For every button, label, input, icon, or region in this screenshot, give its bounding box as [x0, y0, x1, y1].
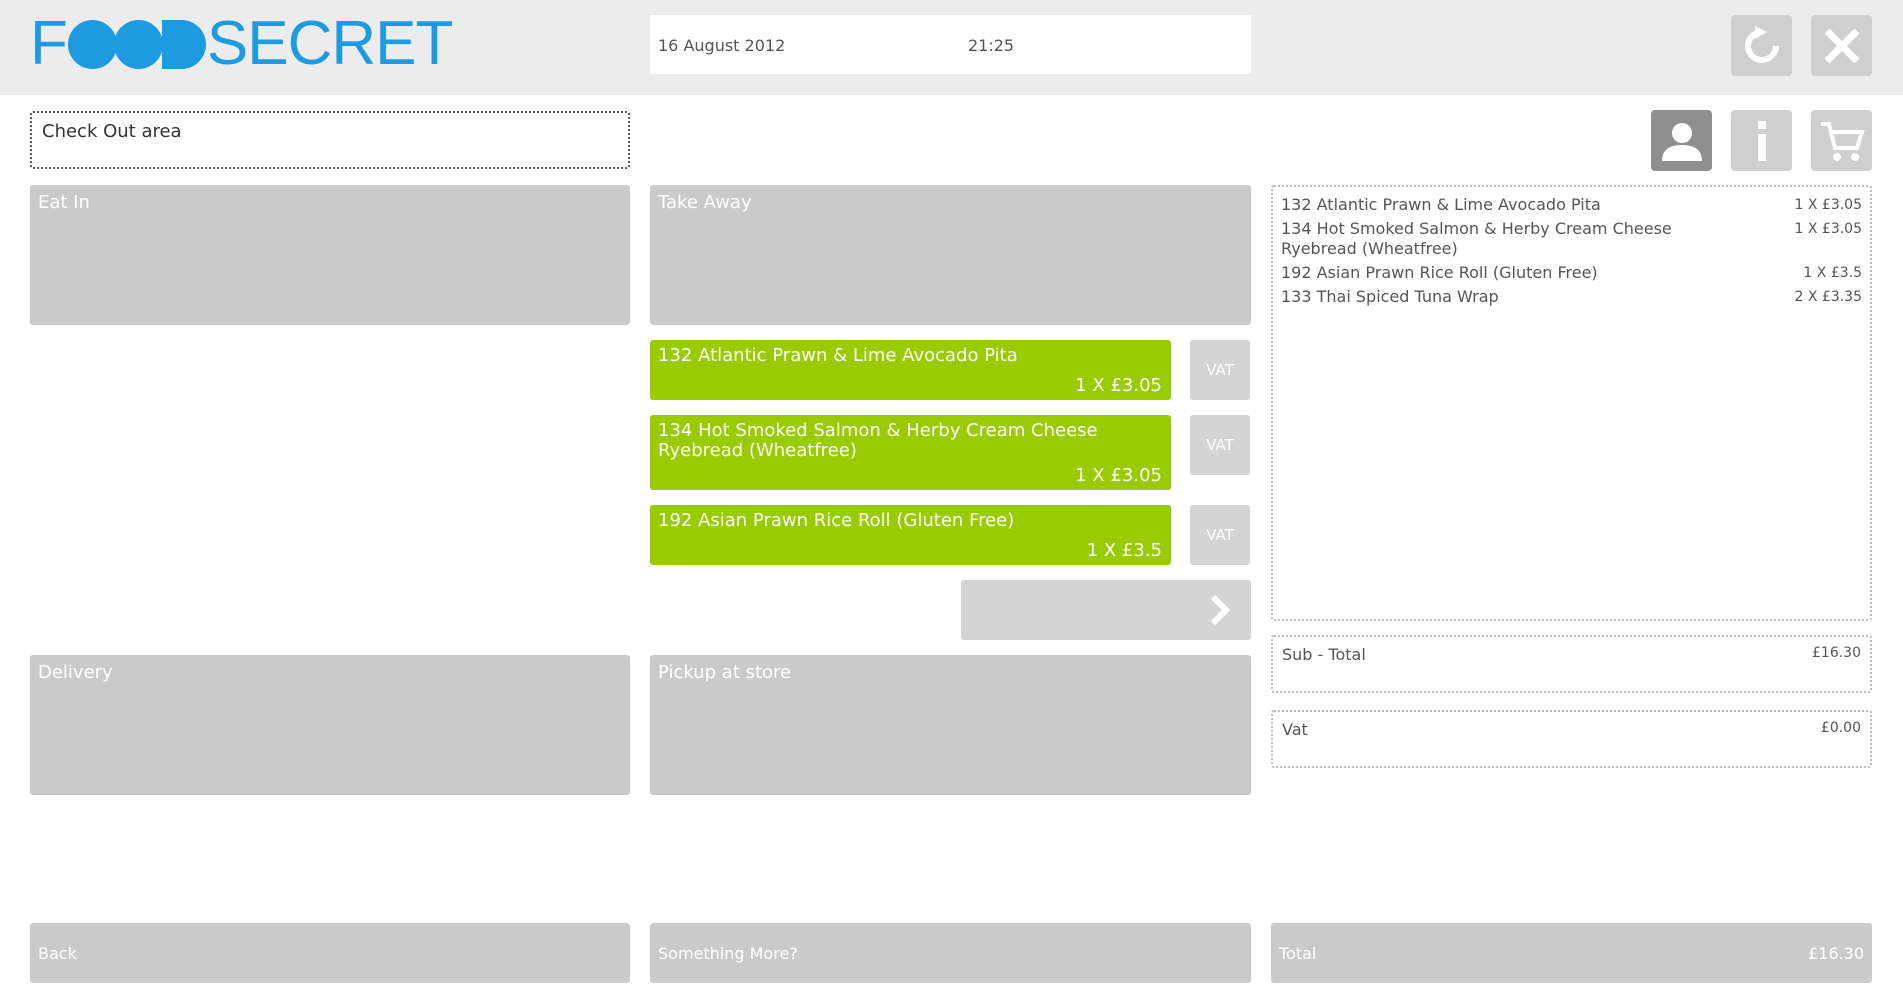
delivery-label: Delivery [38, 662, 113, 683]
user-icon [1661, 122, 1702, 161]
vat-label: VAT [1206, 361, 1234, 379]
summary-row: 133 Thai Spiced Tuna Wrap 2 X £3.35 [1281, 287, 1862, 307]
order-item[interactable]: 132 Atlantic Prawn & Lime Avocado Pita 1… [650, 340, 1171, 400]
summary-item-name: 192 Asian Prawn Rice Roll (Gluten Free) [1281, 263, 1598, 282]
close-button[interactable] [1811, 15, 1872, 76]
take-away-tile[interactable]: Take Away [650, 185, 1251, 325]
foodsecret-logo: F SECRET [30, 9, 453, 78]
summary-item-qty: 1 X £3.05 [1794, 221, 1862, 237]
total-value: £16.30 [1808, 943, 1864, 963]
summary-item-name: 132 Atlantic Prawn & Lime Avocado Pita [1281, 195, 1601, 214]
refresh-button[interactable] [1731, 15, 1792, 76]
something-more-button[interactable]: Something More? [650, 923, 1251, 983]
next-page-button[interactable] [961, 580, 1251, 640]
vat-total-label: Vat [1282, 720, 1308, 739]
vat-button[interactable]: VAT [1190, 340, 1250, 400]
summary-item-name: 133 Thai Spiced Tuna Wrap [1281, 287, 1499, 306]
summary-row: 132 Atlantic Prawn & Lime Avocado Pita 1… [1281, 195, 1862, 215]
eat-in-label: Eat In [38, 192, 90, 213]
back-button[interactable]: Back [30, 923, 630, 983]
vat-label: VAT [1206, 526, 1234, 544]
vat-button[interactable]: VAT [1190, 505, 1250, 565]
chevron-right-icon [1210, 594, 1231, 626]
subtotal-label: Sub - Total [1282, 645, 1366, 664]
something-more-label: Something More? [658, 943, 798, 963]
total-label: Total [1279, 943, 1317, 963]
order-item-name: 132 Atlantic Prawn & Lime Avocado Pita [658, 345, 1018, 366]
eat-in-tile[interactable]: Eat In [30, 185, 630, 325]
summary-item-qty: 1 X £3.5 [1803, 265, 1862, 281]
delivery-tile[interactable]: Delivery [30, 655, 630, 795]
order-item-name: 192 Asian Prawn Rice Roll (Gluten Free) [658, 510, 1015, 531]
order-item-qty: 1 X £3.5 [1086, 540, 1162, 561]
order-item[interactable]: 134 Hot Smoked Salmon & Herby Cream Chee… [650, 415, 1171, 490]
subtotal-value: £16.30 [1812, 645, 1861, 661]
summary-item-qty: 1 X £3.05 [1794, 197, 1862, 213]
checkout-area-label: Check Out area [42, 121, 182, 142]
date-label: 16 August 2012 [658, 36, 786, 55]
cart-icon [1820, 121, 1865, 161]
order-item-name: 134 Hot Smoked Salmon & Herby Cream Chee… [658, 420, 1098, 461]
summary-row: 134 Hot Smoked Salmon & Herby Cream Chee… [1281, 219, 1862, 259]
order-summary-panel: 132 Atlantic Prawn & Lime Avocado Pita 1… [1271, 185, 1872, 621]
vat-button[interactable]: VAT [1190, 415, 1250, 475]
back-label: Back [38, 943, 77, 963]
pickup-label: Pickup at store [658, 662, 792, 683]
vat-label: VAT [1206, 436, 1234, 454]
time-label: 21:25 [968, 36, 1015, 55]
order-item-qty: 1 X £3.05 [1075, 375, 1162, 396]
vat-total-value: £0.00 [1820, 720, 1861, 736]
order-item-qty: 1 X £3.05 [1075, 465, 1162, 486]
order-item[interactable]: 192 Asian Prawn Rice Roll (Gluten Free) … [650, 505, 1171, 565]
checkout-area[interactable]: Check Out area [30, 111, 630, 169]
vat-total-box: Vat £0.00 [1271, 710, 1872, 768]
user-button[interactable] [1651, 110, 1712, 171]
summary-item-name: 134 Hot Smoked Salmon & Herby Cream Chee… [1281, 219, 1672, 258]
cart-button[interactable] [1811, 110, 1872, 171]
refresh-icon [1744, 25, 1779, 63]
close-icon [1824, 28, 1859, 63]
info-button[interactable] [1731, 110, 1792, 171]
summary-item-qty: 2 X £3.35 [1794, 289, 1862, 305]
summary-row: 192 Asian Prawn Rice Roll (Gluten Free) … [1281, 263, 1862, 283]
info-icon [1757, 120, 1766, 161]
pickup-tile[interactable]: Pickup at store [650, 655, 1251, 795]
subtotal-box: Sub - Total £16.30 [1271, 635, 1872, 693]
take-away-label: Take Away [658, 192, 752, 213]
total-button[interactable]: Total £16.30 [1271, 923, 1872, 983]
